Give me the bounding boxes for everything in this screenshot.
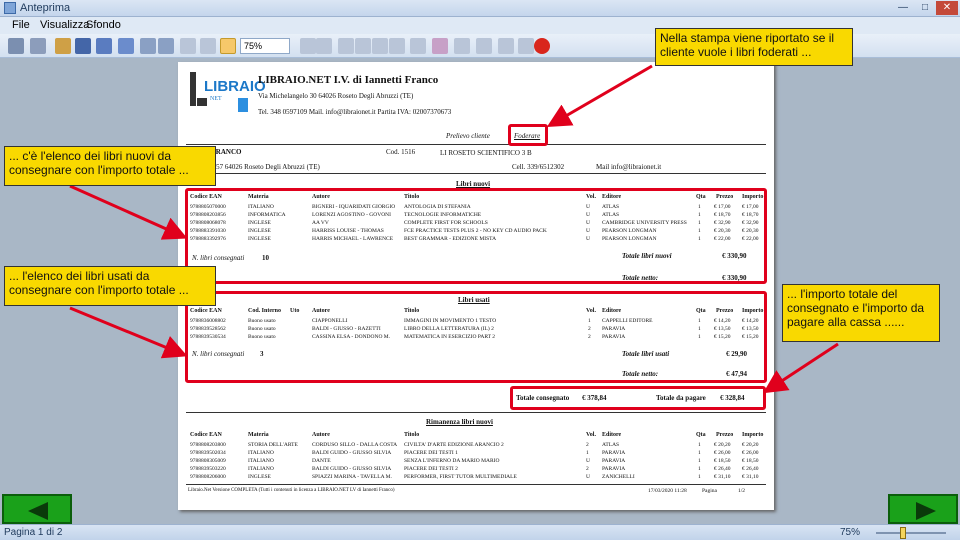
arrow-new-books — [69, 184, 188, 240]
zoom-indicator: 75% — [840, 527, 861, 538]
arrow-left-icon — [28, 502, 48, 520]
page-indicator: Pagina 1 di 2 — [4, 527, 63, 538]
zoom-slider-thumb[interactable] — [900, 527, 906, 539]
arrow-right-icon — [916, 502, 936, 520]
callout-foderare: Nella stampa viene riportato se il clien… — [655, 28, 853, 66]
status-bar: Pagina 1 di 2 75% — [0, 524, 960, 540]
arrow-used-books — [69, 306, 188, 359]
callout-used-books: ... l'elenco dei libri usati da consegna… — [4, 266, 216, 306]
previous-slide-button[interactable] — [2, 494, 72, 524]
next-slide-button[interactable] — [888, 494, 958, 524]
zoom-slider[interactable] — [876, 527, 946, 539]
arrow-foderare — [546, 64, 653, 128]
callout-new-books: ... c'è l'elenco dei libri nuovi da cons… — [4, 146, 216, 186]
callout-totals: ... l'importo totale del consegnato e l'… — [782, 284, 940, 342]
arrow-totals — [762, 342, 839, 394]
